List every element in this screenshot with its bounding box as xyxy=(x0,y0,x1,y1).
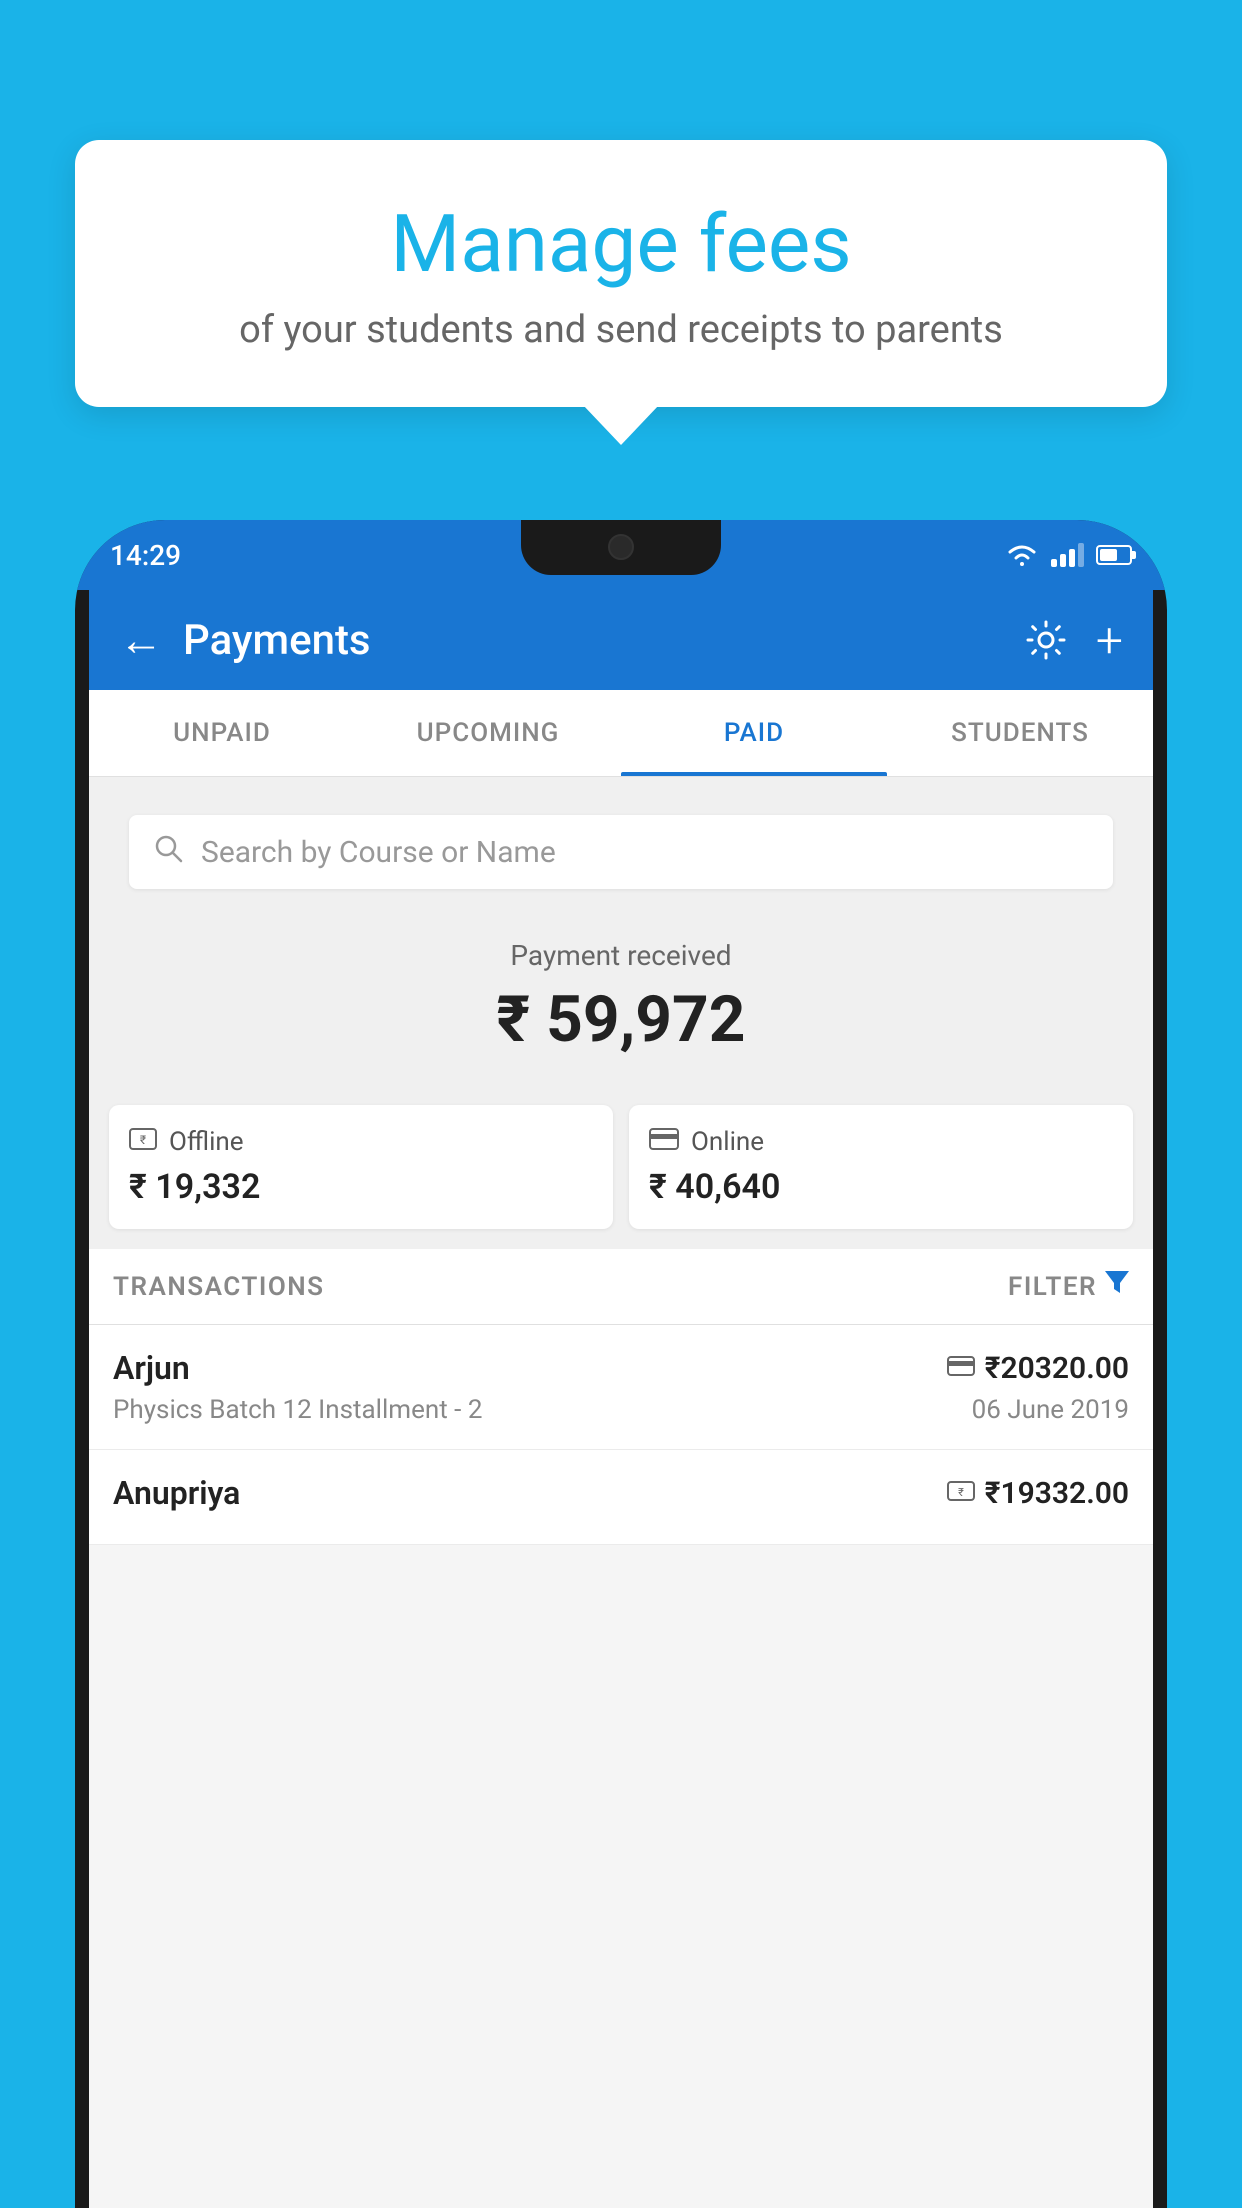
speech-bubble: Manage fees of your students and send re… xyxy=(75,140,1167,407)
transaction-date: 06 June 2019 xyxy=(972,1395,1129,1425)
transaction-top: Arjun ₹20320.00 xyxy=(113,1349,1129,1387)
online-icon xyxy=(649,1127,679,1157)
transaction-amount-wrap: ₹20320.00 xyxy=(947,1351,1129,1386)
payment-received-section: Payment received ₹ 59,972 xyxy=(89,909,1153,1085)
back-button[interactable]: ← xyxy=(119,618,163,662)
battery-fill xyxy=(1100,549,1117,561)
transactions-header: TRANSACTIONS FILTER xyxy=(89,1249,1153,1325)
notch-camera xyxy=(608,534,634,560)
phone-frame: 14:29 ← Payments xyxy=(75,520,1167,2208)
online-payment-card: Online ₹ 40,640 xyxy=(629,1105,1133,1229)
battery-icon xyxy=(1096,545,1132,565)
svg-text:₹: ₹ xyxy=(140,1133,146,1147)
transaction-amount: ₹20320.00 xyxy=(985,1351,1129,1386)
transaction-desc: Physics Batch 12 Installment - 2 xyxy=(113,1395,482,1425)
transaction-top: Anupriya ₹ ₹19332.00 xyxy=(113,1474,1129,1512)
credit-card-icon xyxy=(947,1353,975,1383)
phone-screen: ← Payments + UNPAID UPCOMING PAID STUDEN… xyxy=(89,590,1153,2208)
offline-payment-card: ₹ Offline ₹ 19,332 xyxy=(109,1105,613,1229)
transaction-row[interactable]: Anupriya ₹ ₹19332.00 xyxy=(89,1450,1153,1545)
status-icons xyxy=(1005,542,1132,568)
tab-unpaid[interactable]: UNPAID xyxy=(89,690,355,776)
search-icon xyxy=(153,833,183,871)
status-time: 14:29 xyxy=(110,539,181,572)
online-label: Online xyxy=(691,1127,764,1157)
speech-bubble-title: Manage fees xyxy=(125,200,1117,288)
offline-label: Offline xyxy=(169,1127,244,1157)
add-button[interactable]: + xyxy=(1096,612,1123,669)
phone-notch xyxy=(521,520,721,575)
gear-icon[interactable] xyxy=(1024,618,1068,662)
tab-upcoming[interactable]: UPCOMING xyxy=(355,690,621,776)
tab-paid[interactable]: PAID xyxy=(621,690,887,776)
transaction-name: Anupriya xyxy=(113,1474,240,1512)
offline-amount: ₹ 19,332 xyxy=(129,1167,593,1207)
svg-text:₹: ₹ xyxy=(958,1486,964,1499)
filter-label: FILTER xyxy=(1008,1272,1097,1302)
search-bar[interactable]: Search by Course or Name xyxy=(129,815,1113,889)
header-title: Payments xyxy=(183,616,1024,665)
header-icons: + xyxy=(1024,612,1123,669)
transaction-bottom: Physics Batch 12 Installment - 2 06 June… xyxy=(113,1395,1129,1425)
transaction-row[interactable]: Arjun ₹20320.00 Physics Batch 12 Install… xyxy=(89,1325,1153,1450)
wifi-icon xyxy=(1005,542,1039,568)
rupee-card-icon: ₹ xyxy=(947,1478,975,1508)
speech-bubble-subtitle: of your students and send receipts to pa… xyxy=(125,308,1117,352)
transaction-amount: ₹19332.00 xyxy=(985,1476,1129,1511)
tabs-bar: UNPAID UPCOMING PAID STUDENTS xyxy=(89,690,1153,777)
tab-students[interactable]: STUDENTS xyxy=(887,690,1153,776)
payment-cards: ₹ Offline ₹ 19,332 Online xyxy=(89,1085,1153,1249)
payment-received-label: Payment received xyxy=(109,939,1133,972)
transaction-amount-wrap: ₹ ₹19332.00 xyxy=(947,1476,1129,1511)
offline-card-header: ₹ Offline xyxy=(129,1127,593,1157)
filter-icon[interactable] xyxy=(1105,1271,1129,1302)
transaction-name: Arjun xyxy=(113,1349,190,1387)
app-header: ← Payments + xyxy=(89,590,1153,690)
online-card-header: Online xyxy=(649,1127,1113,1157)
offline-icon: ₹ xyxy=(129,1127,157,1157)
signal-icon xyxy=(1051,543,1084,567)
transactions-label: TRANSACTIONS xyxy=(113,1272,1008,1302)
search-placeholder: Search by Course or Name xyxy=(201,835,556,870)
payment-received-amount: ₹ 59,972 xyxy=(109,982,1133,1057)
online-amount: ₹ 40,640 xyxy=(649,1167,1113,1207)
